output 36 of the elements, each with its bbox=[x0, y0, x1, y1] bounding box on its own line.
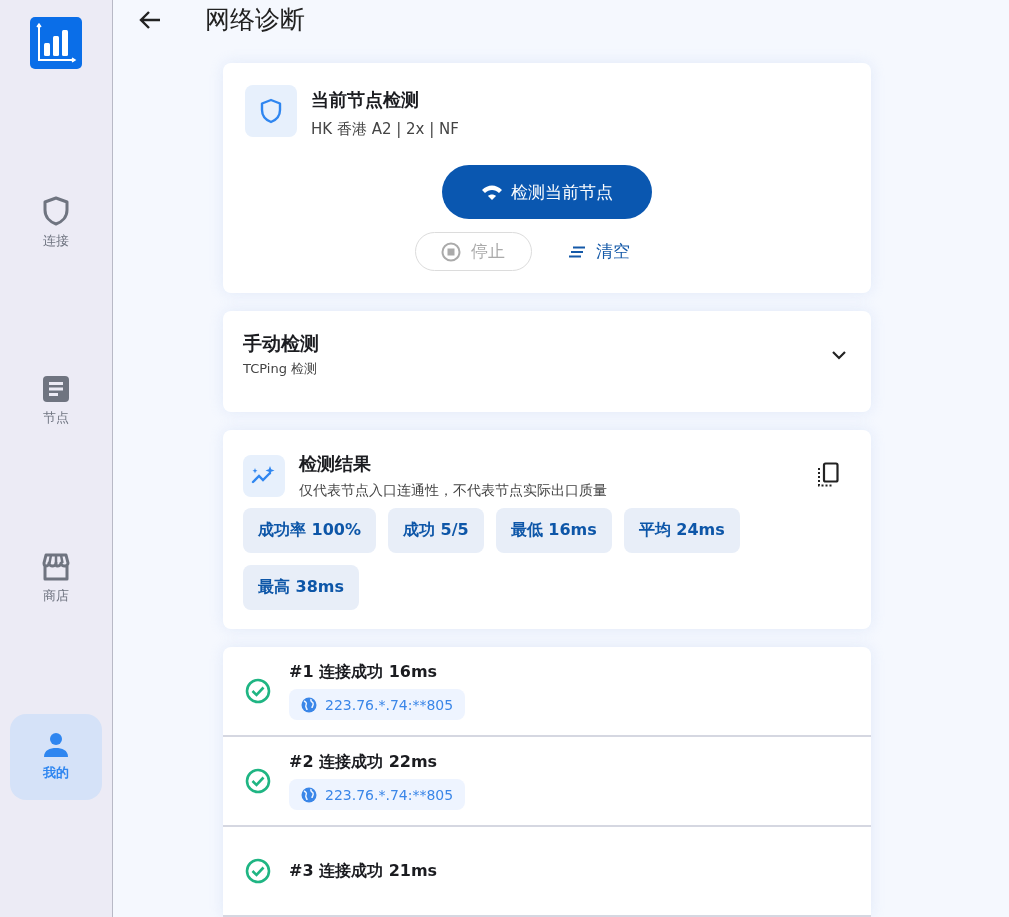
card-title: 当前节点检测 bbox=[311, 88, 420, 112]
nav-item[interactable]: 商店 bbox=[10, 536, 102, 622]
check-node-button[interactable]: 检测当前节点 bbox=[442, 165, 652, 219]
ping-result-title: #3 连接成功 21ms bbox=[289, 860, 438, 882]
wifi-icon bbox=[481, 183, 503, 201]
node-name: HK 香港 A2 | 2x | NF bbox=[311, 120, 459, 139]
ping-result-title: #2 连接成功 22ms bbox=[289, 752, 439, 773]
store-icon bbox=[41, 553, 71, 581]
stat-chip: 成功 5/5 bbox=[388, 508, 484, 553]
document-icon bbox=[42, 375, 70, 403]
chevron-icon bbox=[831, 349, 847, 360]
nav-item[interactable]: 连接 bbox=[10, 180, 102, 266]
stat-chip: 成功率 100% bbox=[243, 508, 376, 553]
nav-item[interactable]: 我的 bbox=[10, 714, 102, 800]
results-note: 仅代表节点入口连通性，不代表节点实际出口质量 bbox=[299, 482, 607, 500]
clear-button[interactable]: 清空 bbox=[561, 232, 636, 271]
card-subtitle: TCPing 检测 bbox=[243, 360, 319, 378]
person-icon bbox=[43, 732, 69, 758]
card-title: 手动检测 bbox=[243, 331, 319, 356]
shield-icon bbox=[260, 98, 282, 124]
nav-item[interactable]: 节点 bbox=[10, 358, 102, 444]
clear-lines-icon bbox=[567, 245, 586, 258]
stat-chip: 最低 16ms bbox=[495, 508, 612, 553]
stat-chip: 最高 38ms bbox=[243, 565, 360, 610]
address-tag: 223.76.*.74:**805 bbox=[289, 779, 466, 810]
card-title: 检测结果 bbox=[299, 452, 372, 476]
back-arrow-icon bbox=[139, 9, 161, 30]
shield-icon bbox=[43, 196, 69, 226]
page-title: 网络诊断 bbox=[205, 4, 305, 36]
stop-icon bbox=[441, 241, 461, 262]
ping-result-title: #1 连接成功 16ms bbox=[289, 662, 439, 683]
address-tag: 223.76.*.74:**805 bbox=[289, 689, 466, 720]
globe-icon bbox=[301, 786, 317, 803]
stat-chip: 平均 24ms bbox=[623, 508, 740, 553]
copy-icon bbox=[817, 462, 839, 488]
globe-icon bbox=[301, 696, 317, 713]
